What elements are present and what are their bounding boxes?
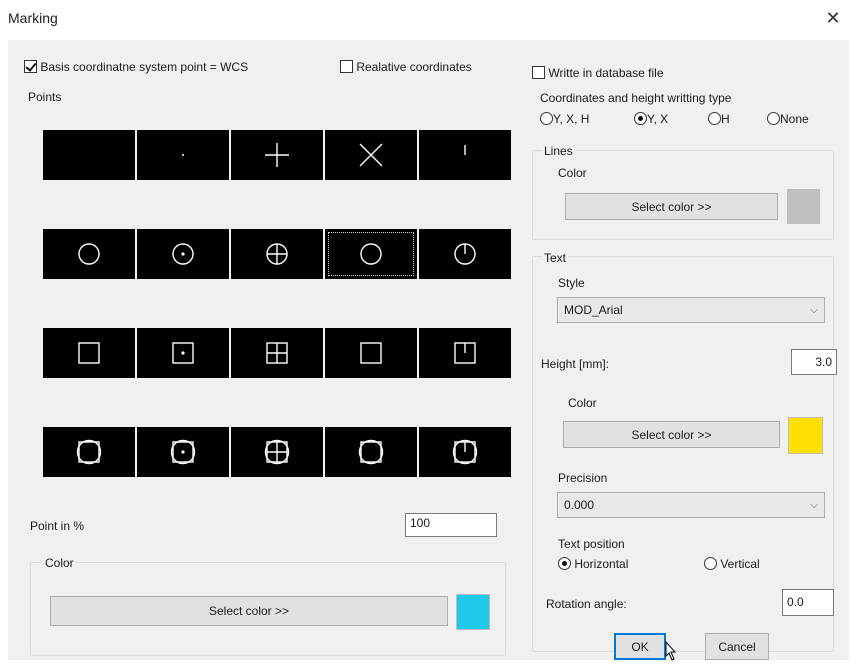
point-symbol-circle-square-tick-icon[interactable] (419, 427, 511, 477)
point-symbol-circle-square-dot-icon[interactable] (137, 427, 229, 477)
point-symbol-circle-icon[interactable] (43, 229, 135, 279)
point-symbol-plus-icon[interactable] (231, 130, 323, 180)
style-value: MOD_Arial (564, 303, 623, 317)
point-symbol-circle-square-x-icon[interactable] (325, 427, 417, 477)
close-icon[interactable]: ✕ (821, 6, 845, 30)
horizontal-label: Horizontal (574, 557, 629, 571)
coord-h-radio[interactable] (708, 112, 721, 125)
basis-wcs-check-box[interactable] (24, 60, 37, 73)
point-symbol-square-dot-icon[interactable] (137, 328, 229, 378)
style-label: Style (558, 276, 585, 290)
point-symbol-dot-icon[interactable] (137, 130, 229, 180)
point-symbol-blank-icon[interactable] (43, 130, 135, 180)
chevron-down-icon: ⌵ (810, 499, 818, 511)
height-input[interactable]: 3.0 (791, 349, 837, 375)
lines-color-swatch[interactable] (787, 189, 820, 224)
position-horizontal[interactable]: Horizontal (558, 557, 628, 571)
mouse-pointer-icon (660, 640, 678, 662)
basis-wcs-label: Basis coordinatne system point = WCS (40, 60, 249, 74)
coord-h-label: H (721, 112, 730, 126)
write-db-checkbox[interactable]: Writte in database file (532, 66, 664, 80)
rotation-input[interactable]: 0.0 (782, 589, 834, 616)
text-select-color-button[interactable]: Select color >> (563, 421, 780, 448)
point-symbol-cross-icon[interactable] (325, 130, 417, 180)
coord-option-yxh[interactable]: Y, X, H (540, 112, 589, 126)
coord-yxh-label: Y, X, H (553, 112, 590, 126)
window-title: Marking (8, 10, 58, 26)
write-db-check-box[interactable] (532, 66, 545, 79)
point-symbol-circle-square-plus-icon[interactable] (231, 427, 323, 477)
style-dropdown[interactable]: MOD_Arial ⌵ (557, 297, 825, 323)
point-color-swatch[interactable] (456, 594, 490, 630)
point-symbol-tick-icon[interactable] (419, 130, 511, 180)
chevron-down-icon: ⌵ (810, 304, 818, 316)
coord-option-h[interactable]: H (708, 112, 730, 126)
rotation-label: Rotation angle: (546, 597, 627, 611)
coord-yx-label: Y, X (647, 112, 669, 126)
ok-button[interactable]: OK (614, 633, 666, 660)
horizontal-radio[interactable] (558, 557, 571, 570)
precision-dropdown[interactable]: 0.000 ⌵ (557, 492, 825, 518)
lines-select-color-button[interactable]: Select color >> (565, 193, 778, 220)
point-symbol-circle-tick-icon[interactable] (419, 229, 511, 279)
coord-type-label: Coordinates and height writting type (540, 91, 732, 105)
cancel-button[interactable]: Cancel (705, 633, 769, 660)
point-symbol-square-x-icon[interactable] (325, 328, 417, 378)
text-color-label: Color (568, 396, 597, 410)
precision-label: Precision (558, 471, 608, 485)
relative-coordinates-checkbox[interactable]: Realative coordinates (340, 60, 472, 74)
point-percent-input[interactable]: 100 (405, 513, 497, 537)
coord-none-radio[interactable] (767, 112, 780, 125)
text-color-swatch[interactable] (788, 417, 823, 454)
position-vertical[interactable]: Vertical (704, 557, 760, 571)
point-symbol-square-icon[interactable] (43, 328, 135, 378)
write-db-label: Writte in database file (548, 66, 664, 80)
coord-option-none[interactable]: None (767, 112, 809, 126)
title-bar (0, 0, 857, 38)
point-symbol-circle-square-icon[interactable] (43, 427, 135, 477)
text-position-label: Text position (558, 537, 625, 551)
coord-option-yx[interactable]: Y, X (634, 112, 668, 126)
vertical-label: Vertical (720, 557, 760, 571)
coord-yxh-radio[interactable] (540, 112, 553, 125)
basis-wcs-checkbox[interactable]: Basis coordinatne system point = WCS (24, 60, 248, 74)
coord-yx-radio[interactable] (634, 112, 647, 125)
point-symbol-square-tick-icon[interactable] (419, 328, 511, 378)
precision-value: 0.000 (564, 498, 595, 512)
points-label: Points (28, 90, 62, 104)
point-symbol-grid (43, 130, 511, 500)
text-label: Text (542, 251, 569, 265)
relative-check-box[interactable] (340, 60, 353, 73)
point-symbol-circle-plus-icon[interactable] (231, 229, 323, 279)
point-color-label: Color (42, 556, 77, 570)
lines-color-label: Color (558, 166, 587, 180)
point-symbol-circle-x-icon[interactable] (325, 229, 417, 279)
relative-label: Realative coordinates (356, 60, 472, 74)
vertical-radio[interactable] (704, 557, 717, 570)
point-percent-label: Point in % (30, 519, 85, 533)
point-select-color-button[interactable]: Select color >> (50, 596, 448, 626)
coord-none-label: None (780, 112, 809, 126)
height-label: Height [mm]: (541, 357, 610, 371)
point-symbol-circle-dot-icon[interactable] (137, 229, 229, 279)
lines-label: Lines (542, 144, 575, 158)
point-symbol-square-plus-icon[interactable] (231, 328, 323, 378)
